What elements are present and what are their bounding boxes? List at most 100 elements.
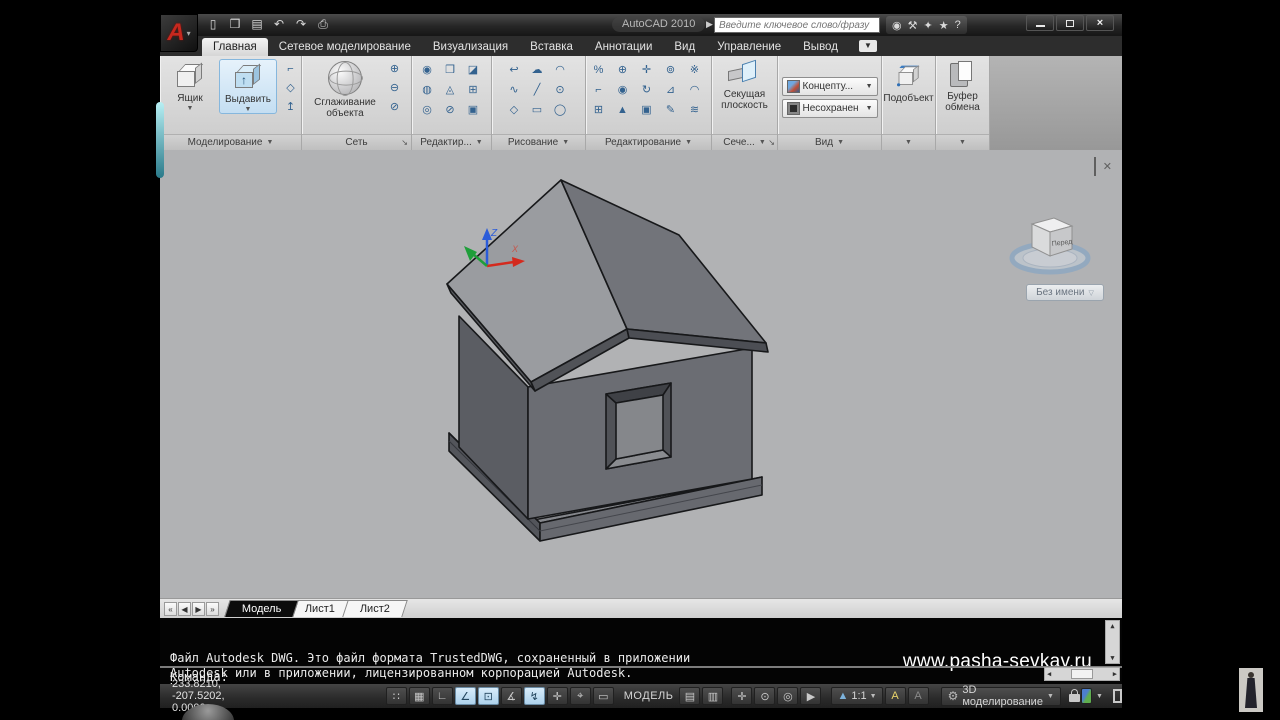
model-viewport[interactable]: Z X ✕ Перед: [160, 150, 1122, 598]
subscription-wrench-icon[interactable]: ⚒: [908, 19, 918, 32]
shell-icon[interactable]: ⊘: [441, 101, 460, 118]
line-icon[interactable]: ╱: [528, 81, 547, 98]
3d-align-icon[interactable]: ▲: [613, 101, 632, 118]
model-space-button[interactable]: МОДЕЛЬ: [624, 690, 674, 702]
scale-icon[interactable]: ▣: [637, 101, 656, 118]
panel-footer-clipboard[interactable]: ▼: [936, 134, 989, 150]
polyline-icon[interactable]: ↩: [505, 61, 524, 78]
explode-icon[interactable]: ※: [685, 61, 704, 78]
ribbon-tab[interactable]: Управление: [706, 38, 792, 56]
rectangle-icon[interactable]: ▭: [528, 101, 547, 118]
application-status-icon[interactable]: [1081, 688, 1092, 704]
panel-footer-solid-editing[interactable]: Редактир...▼: [412, 134, 491, 150]
next-tab-icon[interactable]: ▶: [192, 602, 205, 616]
ribbon-tab[interactable]: Сетевое моделирование: [268, 38, 422, 56]
steering-wheel-icon[interactable]: ◎: [777, 687, 798, 705]
favorites-star-icon[interactable]: ★: [939, 19, 949, 32]
ribbon-tab[interactable]: Вывод: [792, 38, 849, 56]
open-file-icon[interactable]: ❒: [226, 16, 244, 33]
spline-icon[interactable]: ∿: [505, 81, 524, 98]
planar-surface-icon[interactable]: ◇: [281, 79, 300, 96]
osnap-toggle[interactable]: ⊡: [478, 687, 499, 705]
clipboard-button[interactable]: Буфер обмена: [937, 59, 989, 113]
ribbon-tab[interactable]: Вставка: [519, 38, 584, 56]
infocenter-search-input[interactable]: [714, 17, 880, 33]
ellipse-icon[interactable]: ◯: [551, 101, 570, 118]
ribbon-tab[interactable]: Аннотации: [584, 38, 663, 56]
arc-icon[interactable]: ◠: [551, 61, 570, 78]
grid-toggle[interactable]: ▦: [409, 687, 430, 705]
panel-footer-modify[interactable]: Редактирование▼: [586, 134, 711, 150]
annotation-scale-button[interactable]: ▲ 1:1 ▼: [831, 687, 882, 705]
panel-footer-modeling[interactable]: Моделирование▼: [160, 134, 301, 150]
mesh-split-icon[interactable]: ⊘: [385, 98, 404, 115]
otrack-toggle[interactable]: ↯: [524, 687, 545, 705]
command-splitter[interactable]: [160, 666, 1122, 668]
ribbon-options-icon[interactable]: ▼: [859, 40, 877, 52]
named-view-dropdown[interactable]: Несохранен ▼: [782, 99, 878, 118]
quick-view-layouts-icon[interactable]: ▤: [679, 687, 700, 705]
undo-icon[interactable]: ↶: [270, 16, 288, 33]
dialog-launcher-icon[interactable]: ↘: [768, 138, 775, 147]
chevron-down-icon[interactable]: ▼: [1096, 693, 1103, 700]
layout-tab[interactable]: Лист2: [342, 600, 408, 617]
lwt-toggle[interactable]: ▭: [593, 687, 614, 705]
extrude-faces-icon[interactable]: ⌐: [589, 81, 608, 98]
3d-scale-icon[interactable]: %: [589, 61, 608, 78]
search-binoculars-icon[interactable]: ◉: [892, 19, 902, 32]
ribbon-tab[interactable]: Визуализация: [422, 38, 519, 56]
workspace-switcher[interactable]: ⚙ 3D моделирование ▼: [941, 687, 1061, 706]
pan-icon[interactable]: ✛: [731, 687, 752, 705]
slice-icon[interactable]: ◪: [464, 61, 483, 78]
thicken-icon[interactable]: ⊞: [464, 81, 483, 98]
snap-toggle[interactable]: ∷: [386, 687, 407, 705]
command-horizontal-scrollbar[interactable]: ◀▶: [1044, 667, 1120, 681]
scrollbar-thumb[interactable]: [1071, 669, 1093, 679]
rotate-icon[interactable]: ↻: [637, 81, 656, 98]
previous-tab-icon[interactable]: ◀: [178, 602, 191, 616]
layout-tab[interactable]: Модель: [224, 600, 299, 617]
scroll-left-icon[interactable]: ◀: [1047, 670, 1051, 678]
application-menu-button[interactable]: A ▾: [160, 14, 198, 52]
box-button[interactable]: Ящик ▼: [161, 59, 219, 112]
close-button[interactable]: ×: [1086, 15, 1114, 31]
polysolid-icon[interactable]: ⌐: [281, 60, 300, 77]
panel-footer-subobject[interactable]: ▼: [882, 134, 935, 150]
command-vertical-scrollbar[interactable]: ▲▼: [1105, 620, 1120, 664]
3d-move-icon[interactable]: ✛: [637, 61, 656, 78]
ribbon-tab[interactable]: Вид: [663, 38, 706, 56]
dyn-toggle[interactable]: ⌖: [570, 687, 591, 705]
press-pull-icon[interactable]: ↥: [281, 98, 300, 115]
3d-rotate-gizmo-icon[interactable]: ⊕: [613, 61, 632, 78]
scroll-up-icon[interactable]: ▲: [1110, 622, 1114, 630]
zoom-icon[interactable]: ⊙: [754, 687, 775, 705]
panel-footer-section[interactable]: Сече...▼ ↘: [712, 134, 777, 150]
solid-subtract-icon[interactable]: ◎: [418, 101, 437, 118]
3d-rotate-icon[interactable]: ◉: [613, 81, 632, 98]
fillet-icon[interactable]: ◠: [685, 81, 704, 98]
scroll-down-icon[interactable]: ▼: [1110, 654, 1114, 662]
ducs-toggle[interactable]: ✛: [547, 687, 568, 705]
panel-footer-view[interactable]: Вид▼: [778, 134, 881, 150]
viewcube-named-view-dropdown[interactable]: Без имени ▽: [1026, 284, 1104, 301]
smooth-object-button[interactable]: Сглаживание объекта: [309, 59, 381, 119]
circle-icon[interactable]: ⊙: [551, 81, 570, 98]
minimize-button[interactable]: [1026, 15, 1054, 31]
dialog-launcher-icon[interactable]: ↘: [401, 138, 408, 147]
array-icon[interactable]: ⊞: [589, 101, 608, 118]
subobject-button[interactable]: Подобъект: [883, 59, 935, 104]
panel-footer-mesh[interactable]: Сеть ↘: [302, 134, 411, 150]
last-tab-icon[interactable]: »: [206, 602, 219, 616]
solid-intersect-icon[interactable]: ◍: [418, 81, 437, 98]
polygon-icon[interactable]: ◇: [505, 101, 524, 118]
new-file-icon[interactable]: ▯: [204, 16, 222, 33]
copy-icon[interactable]: ⊚: [661, 61, 680, 78]
scroll-right-icon[interactable]: ▶: [1113, 670, 1117, 678]
viewport-close-icon[interactable]: ✕: [1103, 162, 1112, 173]
offset-icon[interactable]: ≋: [685, 101, 704, 118]
infocenter-expand-icon[interactable]: ▶: [706, 19, 713, 30]
communication-center-icon[interactable]: ✦: [923, 19, 932, 32]
first-tab-icon[interactable]: «: [164, 602, 177, 616]
ortho-toggle[interactable]: ∟: [432, 687, 453, 705]
showmotion-icon[interactable]: ▶: [800, 687, 821, 705]
